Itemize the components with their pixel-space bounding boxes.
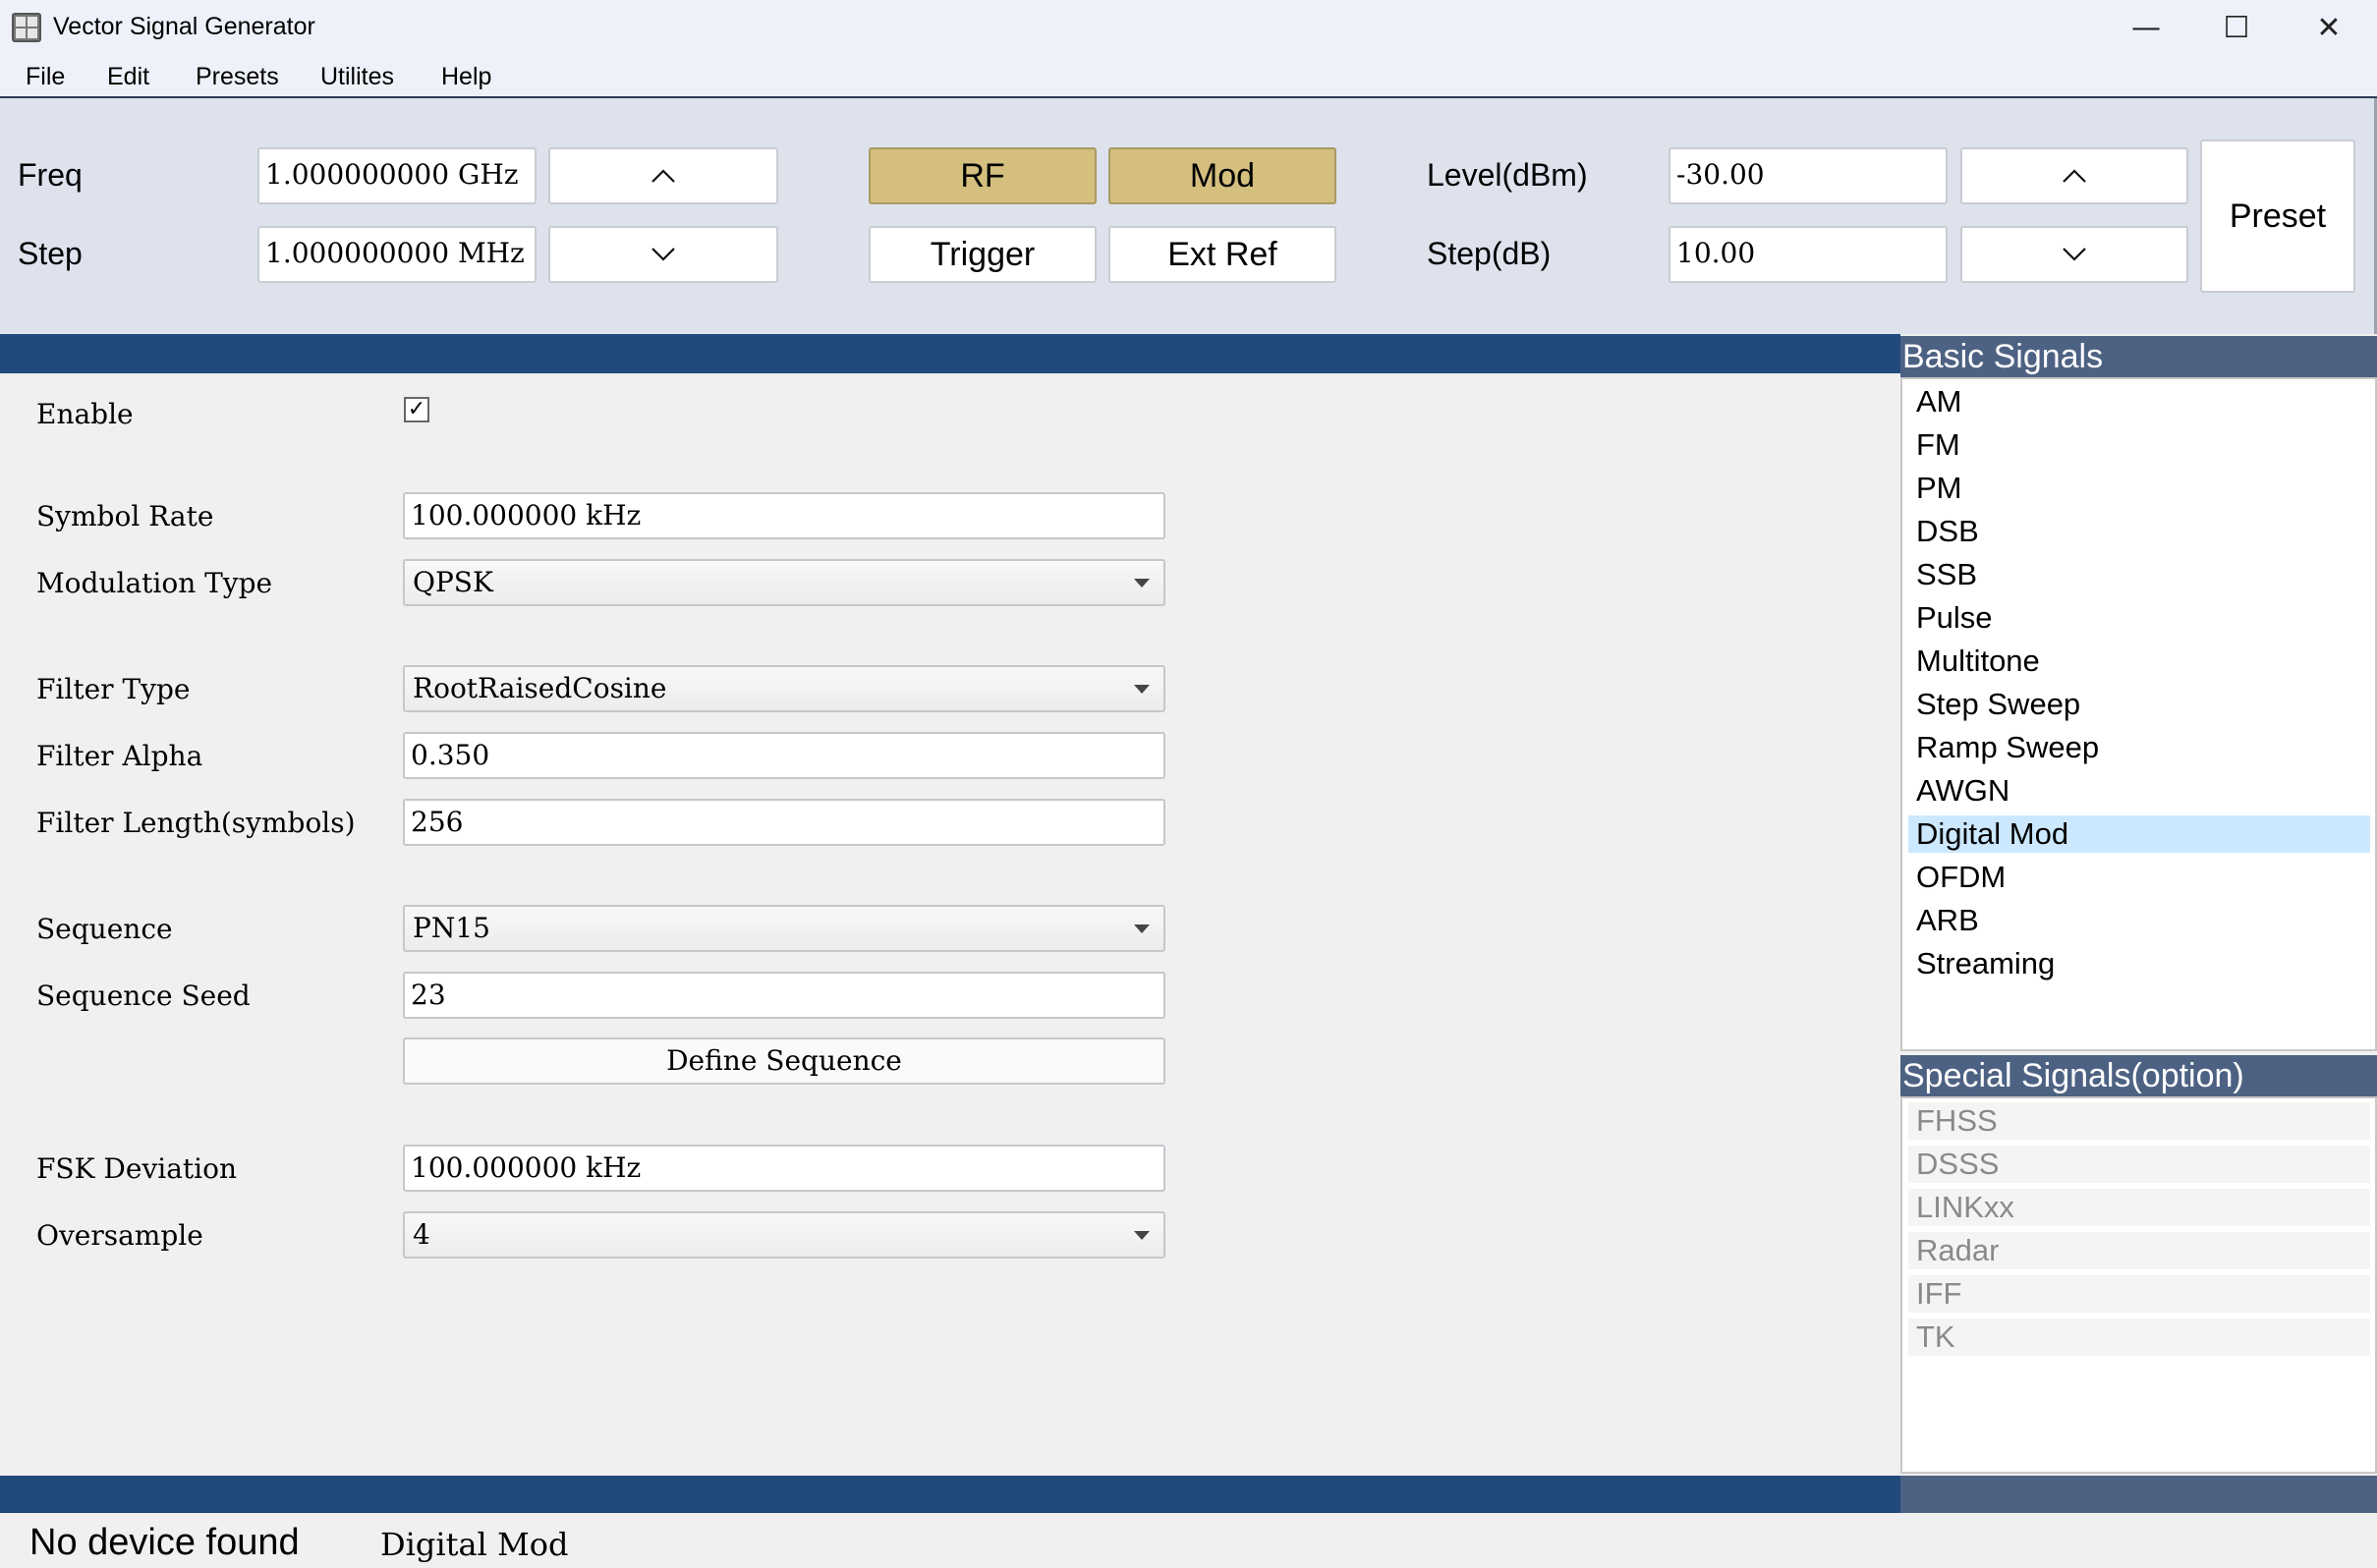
filter-alpha-label: Filter Alpha: [36, 740, 203, 772]
step-input[interactable]: 1.000000000 MHz: [257, 226, 537, 283]
dropdown-arrow-icon: [1134, 579, 1150, 588]
signal-item-iff: IFF: [1908, 1275, 2370, 1313]
oversample-select[interactable]: 4: [403, 1211, 1165, 1259]
signal-item-tk: TK: [1908, 1318, 2370, 1356]
special-signals-list: FHSS DSSS LINKxx Radar IFF TK: [1900, 1096, 2377, 1474]
signal-item-pm[interactable]: PM: [1908, 470, 2370, 507]
dropdown-arrow-icon: [1134, 1231, 1150, 1240]
freq-input[interactable]: 1.000000000 GHz: [257, 147, 537, 204]
filter-alpha-field[interactable]: 0.350: [403, 732, 1165, 779]
chevron-up-icon: [651, 169, 675, 183]
current-mode-status: Digital Mod: [380, 1526, 569, 1563]
filter-type-label: Filter Type: [36, 673, 191, 705]
preset-button[interactable]: Preset: [2200, 140, 2355, 293]
mod-button[interactable]: Mod: [1108, 147, 1336, 204]
sequence-seed-label: Sequence Seed: [36, 980, 251, 1012]
signal-item-dsss: DSSS: [1908, 1146, 2370, 1183]
signal-item-fhss: FHSS: [1908, 1102, 2370, 1140]
minimize-button[interactable]: —: [2101, 0, 2191, 55]
signal-item-am[interactable]: AM: [1908, 383, 2370, 420]
enable-checkbox[interactable]: ✓: [404, 397, 429, 422]
special-signals-header: Special Signals(option): [1900, 1055, 2377, 1096]
fsk-deviation-field[interactable]: 100.000000 kHz: [403, 1145, 1165, 1192]
menu-presets[interactable]: Presets: [196, 61, 279, 92]
signal-item-awgn[interactable]: AWGN: [1908, 772, 2370, 810]
window-title: Vector Signal Generator: [53, 13, 315, 40]
check-icon: ✓: [407, 397, 426, 421]
basic-signals-list: AM FM PM DSB SSB Pulse Multitone Step Sw…: [1900, 377, 2377, 1051]
ext-ref-button[interactable]: Ext Ref: [1108, 226, 1336, 283]
signal-item-step-sweep[interactable]: Step Sweep: [1908, 686, 2370, 723]
filter-length-field[interactable]: 256: [403, 799, 1165, 846]
bottom-divider-band: [0, 1476, 1900, 1513]
dropdown-arrow-icon: [1134, 685, 1150, 694]
freq-down-button[interactable]: [548, 226, 778, 283]
signal-item-dsb[interactable]: DSB: [1908, 513, 2370, 550]
step-db-input[interactable]: 10.00: [1669, 226, 1948, 283]
signal-item-ramp-sweep[interactable]: Ramp Sweep: [1908, 729, 2370, 766]
sequence-seed-field[interactable]: 23: [403, 972, 1165, 1019]
bottom-sidebar-band: [1900, 1476, 2377, 1513]
maximize-button[interactable]: ☐: [2191, 0, 2282, 55]
signal-item-digital-mod[interactable]: Digital Mod: [1908, 815, 2370, 853]
level-input[interactable]: -30.00: [1669, 147, 1948, 204]
level-label: Level(dBm): [1427, 157, 1588, 193]
app-icon: [12, 13, 41, 42]
filter-type-select[interactable]: RootRaisedCosine: [403, 665, 1165, 712]
control-panel: [0, 98, 2377, 334]
device-status: No device found: [29, 1522, 300, 1563]
signal-item-ofdm[interactable]: OFDM: [1908, 859, 2370, 896]
close-button[interactable]: ✕: [2284, 0, 2374, 55]
menu-edit[interactable]: Edit: [107, 61, 149, 92]
sequence-value: PN15: [413, 912, 490, 944]
signal-item-radar: Radar: [1908, 1232, 2370, 1269]
dropdown-arrow-icon: [1134, 924, 1150, 933]
step-label: Step: [18, 236, 83, 271]
filter-type-value: RootRaisedCosine: [413, 672, 667, 704]
level-up-button[interactable]: [1960, 147, 2188, 204]
step-db-label: Step(dB): [1427, 236, 1552, 271]
fsk-deviation-label: FSK Deviation: [36, 1152, 238, 1185]
signal-item-fm[interactable]: FM: [1908, 426, 2370, 464]
top-divider-band: [0, 334, 1900, 373]
rf-button[interactable]: RF: [869, 147, 1097, 204]
chevron-down-icon: [2063, 248, 2086, 261]
modulation-type-label: Modulation Type: [36, 567, 273, 599]
filter-length-label: Filter Length(symbols): [36, 807, 356, 839]
freq-up-button[interactable]: [548, 147, 778, 204]
signal-item-pulse[interactable]: Pulse: [1908, 599, 2370, 637]
signal-item-multitone[interactable]: Multitone: [1908, 643, 2370, 680]
menu-file[interactable]: File: [26, 61, 65, 92]
define-sequence-button[interactable]: Define Sequence: [403, 1037, 1165, 1085]
trigger-button[interactable]: Trigger: [869, 226, 1097, 283]
oversample-value: 4: [413, 1218, 430, 1251]
freq-label: Freq: [18, 157, 83, 193]
modulation-type-value: QPSK: [413, 566, 493, 598]
menu-help[interactable]: Help: [441, 61, 491, 92]
signal-item-linkxx: LINKxx: [1908, 1189, 2370, 1226]
symbol-rate-field[interactable]: 100.000000 kHz: [403, 492, 1165, 539]
basic-signals-header: Basic Signals: [1900, 336, 2377, 377]
chevron-down-icon: [651, 248, 675, 261]
signal-item-streaming[interactable]: Streaming: [1908, 945, 2370, 982]
level-down-button[interactable]: [1960, 226, 2188, 283]
signal-item-ssb[interactable]: SSB: [1908, 556, 2370, 593]
symbol-rate-label: Symbol Rate: [36, 500, 214, 532]
menu-utilites[interactable]: Utilites: [320, 61, 394, 92]
signal-item-arb[interactable]: ARB: [1908, 902, 2370, 939]
chevron-up-icon: [2063, 169, 2086, 183]
modulation-type-select[interactable]: QPSK: [403, 559, 1165, 606]
sequence-select[interactable]: PN15: [403, 905, 1165, 952]
sequence-label: Sequence: [36, 913, 173, 945]
enable-label: Enable: [36, 398, 134, 430]
oversample-label: Oversample: [36, 1219, 203, 1252]
title-bar: [0, 0, 2377, 55]
